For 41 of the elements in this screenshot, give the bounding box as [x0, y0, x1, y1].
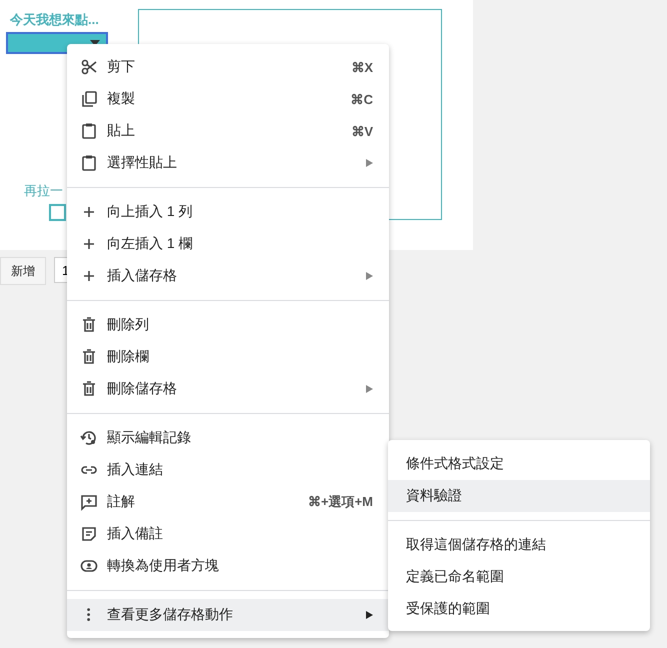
menu-item[interactable]: 向上插入 1 列	[67, 196, 389, 228]
menu-item[interactable]: 資料驗證	[388, 480, 650, 512]
clipboard-icon	[80, 154, 98, 172]
menu-item[interactable]: 註解 ⌘+選項+M	[67, 486, 389, 518]
caret-icon	[90, 40, 100, 46]
menu-item[interactable]: 受保護的範圍	[388, 593, 650, 625]
more-icon	[87, 608, 91, 622]
person-chip-icon	[80, 557, 98, 575]
menu-item[interactable]: 刪除儲存格	[67, 373, 389, 405]
scissors-icon	[80, 58, 98, 76]
trash-icon	[80, 348, 98, 366]
menu-item[interactable]: 插入備註	[67, 518, 389, 550]
history-icon	[80, 429, 98, 447]
menu-item[interactable]: 選擇性貼上	[67, 147, 389, 179]
dropdown-label: 今天我想來點...	[10, 11, 99, 29]
shortcut-text: ⌘C	[350, 92, 373, 106]
menu-item[interactable]: 剪下 ⌘X	[67, 51, 389, 83]
menu-item[interactable]: 顯示編輯記錄	[67, 422, 389, 454]
add-button[interactable]: 新增	[0, 257, 46, 285]
copy-icon	[80, 90, 98, 108]
menu-item[interactable]: 刪除欄	[67, 341, 389, 373]
menu-item[interactable]: 插入連結	[67, 454, 389, 486]
menu-item[interactable]: 插入儲存格	[67, 260, 389, 292]
comment-icon	[80, 493, 98, 511]
clipboard-icon	[80, 122, 98, 140]
trash-icon	[80, 380, 98, 398]
shortcut-text: ⌘V	[351, 124, 373, 138]
menu-item[interactable]: 刪除列	[67, 309, 389, 341]
menu-item[interactable]: 複製 ⌘C	[67, 83, 389, 115]
menu-item[interactable]: 貼上 ⌘V	[67, 115, 389, 147]
shortcut-text: ⌘X	[351, 60, 373, 74]
shortcut-text: ⌘+選項+M	[308, 493, 373, 511]
note-icon	[80, 525, 98, 543]
menu-item[interactable]: 定義已命名範圍	[388, 561, 650, 593]
menu-item[interactable]: 轉換為使用者方塊	[67, 550, 389, 582]
menu-item[interactable]: 查看更多儲存格動作	[67, 599, 389, 631]
trash-icon	[80, 316, 98, 334]
menu-item[interactable]: 條件式格式設定	[388, 448, 650, 480]
menu-item[interactable]: 向左插入 1 欄	[67, 228, 389, 260]
checkbox-label: 再拉一	[24, 182, 63, 200]
menu-item[interactable]: 取得這個儲存格的連結	[388, 529, 650, 561]
